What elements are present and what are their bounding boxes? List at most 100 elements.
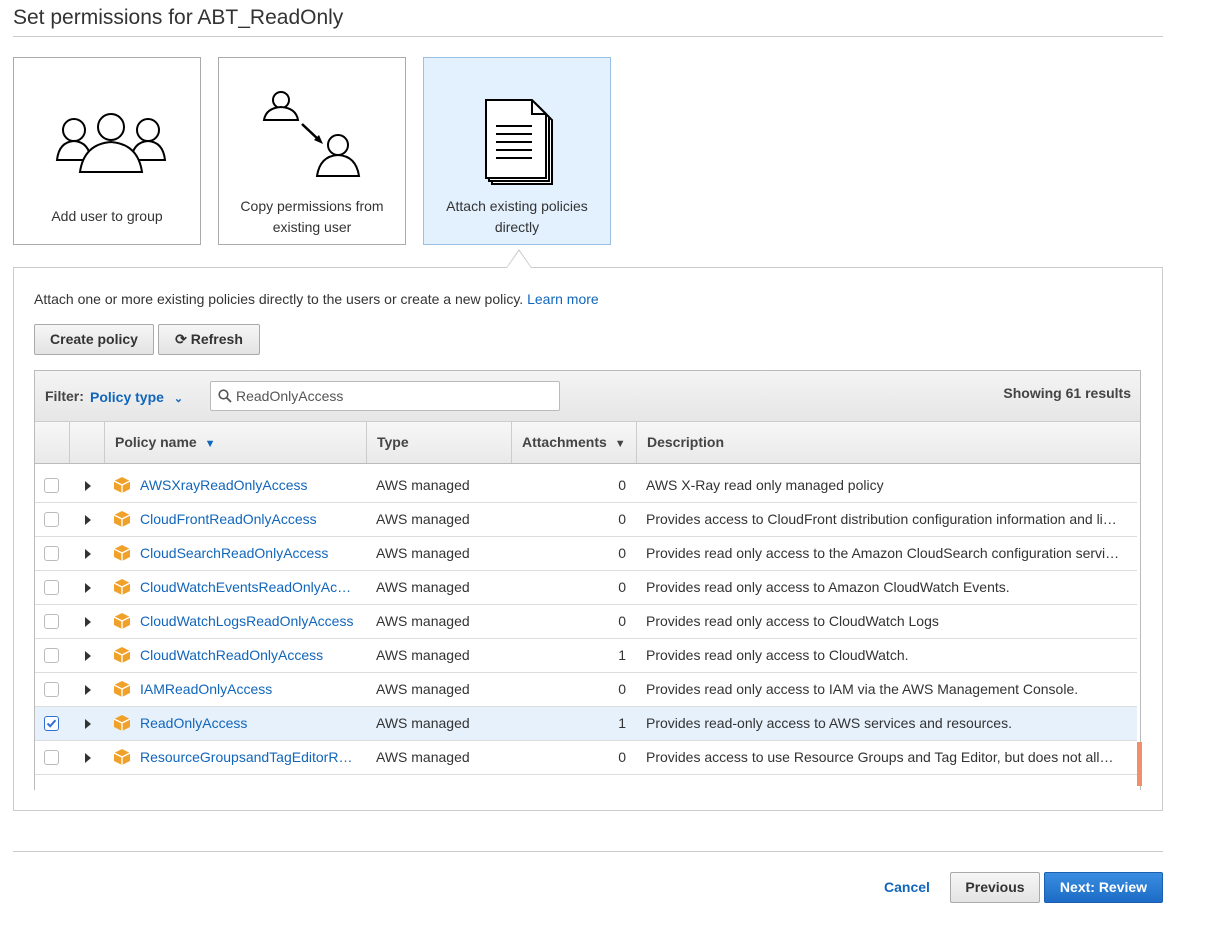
type-header: Type bbox=[377, 434, 409, 450]
table-row[interactable]: ResourceGroupsandTagEditorR… AWS managed 0… bbox=[35, 741, 1137, 775]
table-row[interactable]: CloudWatchEventsReadOnlyAc… AWS managed 0 P… bbox=[35, 571, 1137, 605]
row-checkbox[interactable] bbox=[44, 478, 59, 493]
table-row[interactable]: AWSXrayReadOnlyAccess AWS managed 0 AWS X-R… bbox=[35, 469, 1137, 503]
attachments-cell: 0 bbox=[618, 511, 626, 527]
description-cell: Provides read only access to the Amazon … bbox=[646, 545, 1120, 561]
table-row[interactable]: IAMReadOnlyAccess AWS managed 0 Provides re… bbox=[35, 673, 1137, 707]
aws-managed-policy-icon bbox=[113, 510, 131, 531]
policy-type-dropdown[interactable]: Policy type ⌄ bbox=[90, 389, 183, 405]
scrollbar-thumb[interactable] bbox=[1137, 742, 1142, 786]
refresh-icon: ⟳ bbox=[175, 331, 187, 347]
aws-managed-policy-icon bbox=[113, 476, 131, 497]
create-policy-button[interactable]: Create policy bbox=[34, 324, 154, 355]
copy-permissions-card[interactable]: Copy permissions from existing user bbox=[218, 57, 406, 245]
policy-name-link[interactable]: AWSXrayReadOnlyAccess bbox=[140, 469, 360, 502]
table-row[interactable]: CloudWatchReadOnlyAccess AWS managed 1 Prov… bbox=[35, 639, 1137, 673]
policy-type-cell: AWS managed bbox=[376, 579, 470, 595]
attach-policies-card[interactable]: Attach existing policies directly bbox=[423, 57, 611, 245]
table-row[interactable]: ReadOnlyAccess AWS managed 1 Provides read-… bbox=[35, 707, 1137, 741]
aws-managed-policy-icon bbox=[113, 578, 131, 599]
policy-type-cell: AWS managed bbox=[376, 647, 470, 663]
previous-button[interactable]: Previous bbox=[950, 872, 1040, 903]
policy-name-link[interactable]: CloudFrontReadOnlyAccess bbox=[140, 503, 360, 536]
header-attachments[interactable]: Attachments ▼ bbox=[512, 422, 637, 463]
add-user-to-group-card[interactable]: Add user to group bbox=[13, 57, 201, 245]
policy-type-cell: AWS managed bbox=[376, 511, 470, 527]
refresh-button[interactable]: ⟳ Refresh bbox=[158, 324, 260, 355]
policy-name-link[interactable]: ReadOnlyAccess bbox=[140, 707, 360, 740]
policy-type-cell: AWS managed bbox=[376, 477, 470, 493]
copy-permissions-label: Copy permissions from existing user bbox=[240, 198, 384, 235]
checkmark-icon bbox=[46, 719, 57, 728]
cancel-link[interactable]: Cancel bbox=[884, 879, 930, 895]
search-input[interactable]: ReadOnlyAccess bbox=[236, 388, 343, 404]
expand-row-icon[interactable] bbox=[85, 685, 91, 695]
description-cell: Provides access to CloudFront distributi… bbox=[646, 511, 1117, 527]
policy-type-cell: AWS managed bbox=[376, 715, 470, 731]
policy-name-link[interactable]: IAMReadOnlyAccess bbox=[140, 673, 360, 706]
expand-row-icon[interactable] bbox=[85, 651, 91, 661]
filter-bar: Filter: Policy type ⌄ ReadOnlyAccess Sho… bbox=[35, 371, 1140, 422]
expand-row-icon[interactable] bbox=[85, 481, 91, 491]
aws-managed-policy-icon bbox=[113, 680, 131, 701]
copy-user-icon bbox=[262, 91, 361, 177]
header-expand-col bbox=[70, 422, 105, 463]
policy-name-link[interactable]: CloudWatchEventsReadOnlyAc… bbox=[140, 571, 360, 604]
search-icon bbox=[218, 389, 232, 403]
policy-type-cell: AWS managed bbox=[376, 681, 470, 697]
aws-managed-policy-icon bbox=[113, 748, 131, 769]
policy-name-header: Policy name bbox=[115, 434, 197, 450]
attachments-header: Attachments bbox=[522, 434, 607, 450]
table-row[interactable]: CloudFrontReadOnlyAccess AWS managed 0 Prov… bbox=[35, 503, 1137, 537]
page-title: Set permissions for ABT_ReadOnly bbox=[13, 6, 344, 29]
title-divider bbox=[13, 36, 1163, 37]
row-checkbox[interactable] bbox=[44, 750, 59, 765]
policy-name-link[interactable]: CloudSearchReadOnlyAccess bbox=[140, 537, 360, 570]
learn-more-link[interactable]: Learn more bbox=[527, 291, 599, 307]
attachments-cell: 1 bbox=[618, 647, 626, 663]
policy-name-link[interactable]: CloudWatchReadOnlyAccess bbox=[140, 639, 360, 672]
expand-row-icon[interactable] bbox=[85, 617, 91, 627]
footer-divider bbox=[13, 851, 1163, 852]
chevron-down-icon: ⌄ bbox=[173, 393, 184, 405]
sort-icon: ▼ bbox=[614, 438, 626, 450]
row-checkbox[interactable] bbox=[44, 512, 59, 527]
description-cell: Provides read only access to Amazon Clou… bbox=[646, 579, 1010, 595]
row-checkbox[interactable] bbox=[44, 546, 59, 561]
table-row[interactable]: CloudWatchLogsReadOnlyAccess AWS managed 0… bbox=[35, 605, 1137, 639]
description-cell: AWS X-Ray read only managed policy bbox=[646, 477, 884, 493]
expand-row-icon[interactable] bbox=[85, 753, 91, 763]
policy-type-label: Policy type bbox=[90, 389, 164, 405]
document-icon bbox=[485, 99, 553, 185]
policy-name-link[interactable]: ResourceGroupsandTagEditorR… bbox=[140, 741, 360, 774]
row-checkbox[interactable] bbox=[44, 580, 59, 595]
expand-row-icon[interactable] bbox=[85, 583, 91, 593]
attachments-cell: 0 bbox=[618, 749, 626, 765]
sort-desc-icon: ▼ bbox=[204, 438, 216, 450]
row-checkbox[interactable] bbox=[44, 648, 59, 663]
add-user-to-group-label: Add user to group bbox=[51, 208, 163, 224]
row-checkbox[interactable] bbox=[44, 716, 59, 731]
row-checkbox[interactable] bbox=[44, 614, 59, 629]
expand-row-icon[interactable] bbox=[85, 515, 91, 525]
expand-row-icon[interactable] bbox=[85, 549, 91, 559]
policies-table: Filter: Policy type ⌄ ReadOnlyAccess Sho… bbox=[34, 370, 1141, 790]
header-checkbox-col bbox=[35, 422, 70, 463]
policy-name-link[interactable]: CloudWatchLogsReadOnlyAccess bbox=[140, 605, 360, 638]
header-policy-name[interactable]: Policy name ▼ bbox=[105, 422, 367, 463]
results-count: Showing 61 results bbox=[1003, 385, 1131, 401]
search-box[interactable]: ReadOnlyAccess bbox=[210, 381, 560, 411]
policy-type-cell: AWS managed bbox=[376, 749, 470, 765]
next-review-button[interactable]: Next: Review bbox=[1044, 872, 1163, 903]
attachments-cell: 0 bbox=[618, 681, 626, 697]
attachments-cell: 0 bbox=[618, 613, 626, 629]
table-row[interactable]: CloudSearchReadOnlyAccess AWS managed 0 Pro… bbox=[35, 537, 1137, 571]
description-cell: Provides read only access to CloudWatch … bbox=[646, 613, 939, 629]
intro-text: Attach one or more existing policies dir… bbox=[34, 291, 599, 307]
expand-row-icon[interactable] bbox=[85, 719, 91, 729]
refresh-label: Refresh bbox=[190, 331, 243, 347]
header-type: Type bbox=[367, 422, 512, 463]
table-header: Policy name ▼ Type Attachments ▼ Descrip… bbox=[35, 422, 1140, 464]
row-checkbox[interactable] bbox=[44, 682, 59, 697]
attachments-cell: 1 bbox=[618, 715, 626, 731]
